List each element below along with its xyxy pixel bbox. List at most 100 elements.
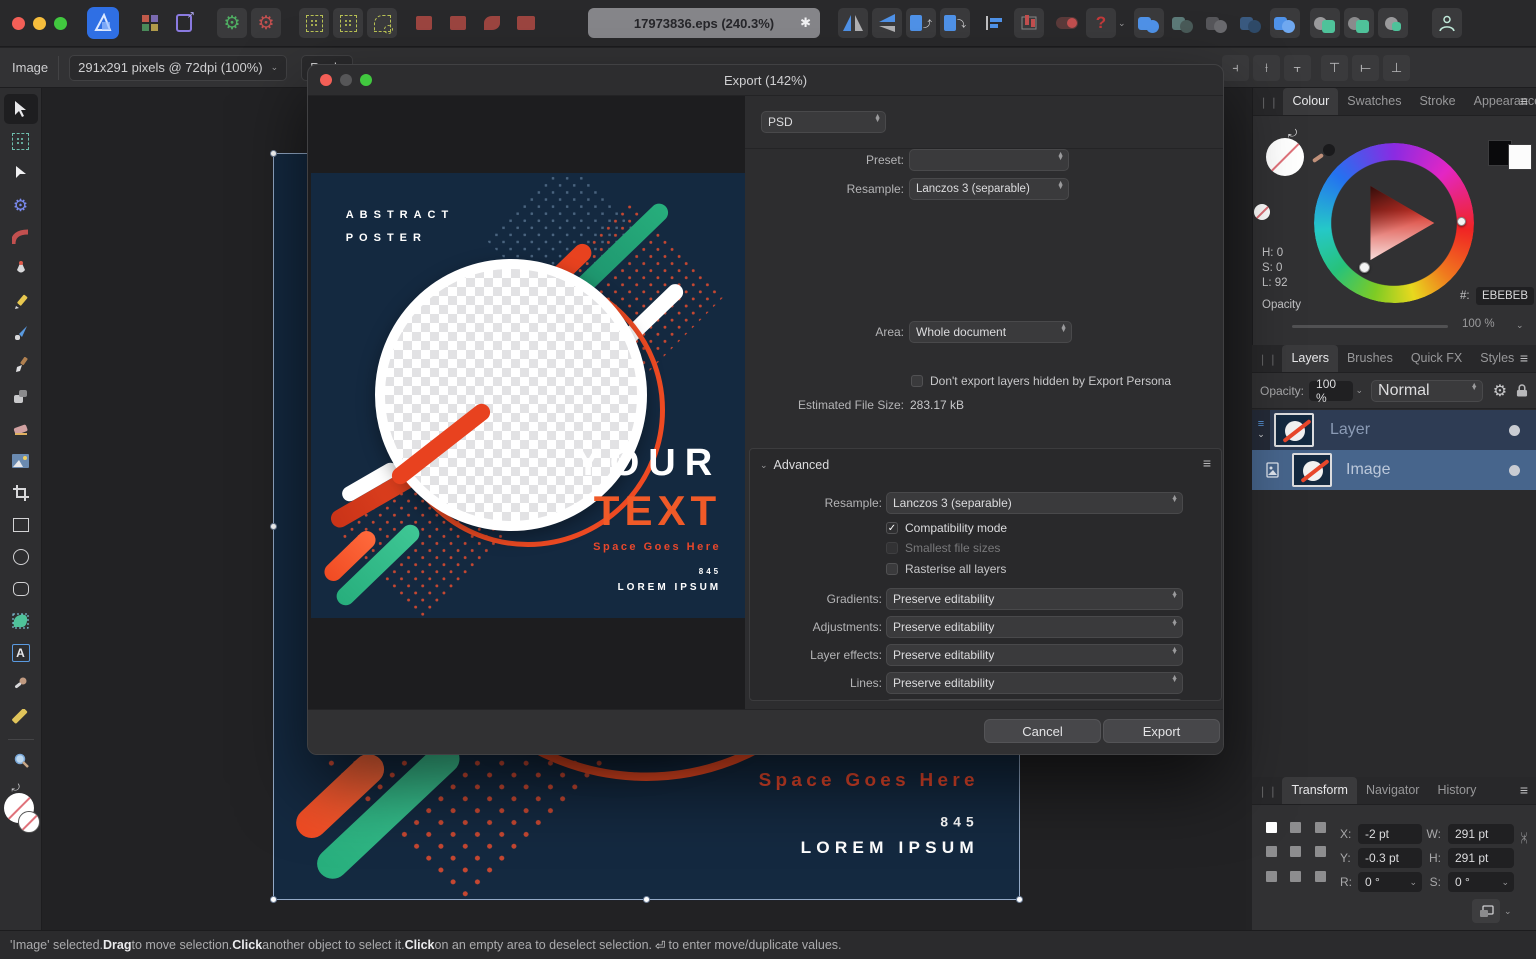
colour-marker[interactable] — [1359, 262, 1370, 273]
layer-effects-dropdown[interactable]: Preserve editability ▲▼ — [886, 644, 1183, 666]
anchor-point-selector[interactable] — [1266, 822, 1330, 886]
rectangle-tool[interactable] — [4, 510, 38, 540]
ellipse-tool[interactable] — [4, 542, 38, 572]
h-input[interactable]: 291 pt — [1448, 848, 1514, 868]
tab-history[interactable]: History — [1428, 777, 1485, 804]
pencil-tool[interactable] — [4, 286, 38, 316]
lines-dropdown[interactable]: Preserve editability ▲▼ — [886, 672, 1183, 694]
minimize-button[interactable] — [33, 17, 46, 30]
assistant-chevron-icon[interactable]: ⌄ — [1118, 18, 1126, 29]
tab-colour[interactable]: Colour — [1283, 88, 1338, 115]
layer-expand-chevron-icon[interactable]: ⌄ — [1257, 429, 1265, 440]
ruler-tool[interactable] — [4, 702, 38, 732]
w-input[interactable]: 291 pt — [1448, 824, 1514, 844]
develop-persona-icon[interactable]: ⚙ — [217, 8, 247, 38]
rasterise-all-layers-checkbox[interactable] — [886, 563, 898, 575]
context-menu-label[interactable]: Image — [12, 60, 48, 75]
align-left-icon[interactable] — [980, 8, 1010, 38]
boolean-add-icon[interactable] — [1134, 8, 1164, 38]
zoom-button[interactable] — [54, 17, 67, 30]
move-tool[interactable] — [4, 94, 38, 124]
persona-move-icon[interactable]: ↗ — [169, 8, 199, 38]
image-size-dropdown[interactable]: 291x291 pixels @ 72dpi (100%) ⌄ — [69, 55, 287, 81]
preset-dropdown[interactable]: ▲▼ — [909, 149, 1069, 171]
close-button[interactable] — [12, 17, 25, 30]
panel-grip-icon[interactable]: ❘❘ — [1252, 785, 1282, 804]
hue-marker[interactable] — [1457, 217, 1466, 226]
node-tool[interactable] — [4, 158, 38, 188]
layer-thumbnail[interactable] — [1274, 413, 1314, 447]
area-dropdown[interactable]: Whole document ▲▼ — [909, 321, 1072, 343]
paint-brush-tool[interactable] — [4, 350, 38, 380]
boolean-xor-icon[interactable] — [1236, 8, 1266, 38]
stroke-colour-swatch[interactable] — [18, 811, 40, 833]
tab-brushes[interactable]: Brushes — [1338, 345, 1402, 372]
boolean-subtract-icon[interactable] — [1168, 8, 1198, 38]
layers-panel-menu-icon[interactable]: ≡ — [1520, 350, 1528, 366]
colour-picker-tool[interactable] — [4, 670, 38, 700]
tab-styles[interactable]: Styles — [1471, 345, 1523, 372]
rounded-rectangle-tool[interactable] — [4, 574, 38, 604]
layer-settings-gear-icon[interactable]: ⚙ — [1493, 381, 1507, 401]
compatibility-mode-checkbox[interactable]: ✓ — [886, 522, 898, 534]
clone-tool[interactable] — [4, 382, 38, 412]
selection-handle[interactable] — [643, 896, 650, 903]
geometry-mid-icon[interactable] — [1344, 8, 1374, 38]
selection-add-icon[interactable] — [333, 8, 363, 38]
rotate-ccw-icon[interactable]: ⤴ — [906, 8, 936, 38]
selection-new-icon[interactable] — [299, 8, 329, 38]
mesh-warp-tool[interactable]: ⚙ — [4, 190, 38, 220]
tab-stroke[interactable]: Stroke — [1410, 88, 1464, 115]
image-layer-visibility-toggle[interactable] — [1509, 465, 1520, 476]
layer-name[interactable]: Layer — [1330, 421, 1370, 439]
selection-brush-tool[interactable] — [4, 126, 38, 156]
boolean-intersect-icon[interactable] — [1202, 8, 1232, 38]
cancel-button[interactable]: Cancel — [984, 719, 1101, 743]
image-layer-thumbnail[interactable] — [1292, 453, 1332, 487]
s-input[interactable]: 0 °⌄ — [1448, 872, 1514, 892]
opacity-chevron-icon[interactable]: ⌄ — [1356, 385, 1364, 396]
tab-swatches[interactable]: Swatches — [1338, 88, 1410, 115]
document-title[interactable]: 17973836.eps (240.3%) ✱ — [588, 8, 820, 38]
tab-layers[interactable]: Layers — [1282, 345, 1338, 372]
align-middle-v-icon[interactable]: ⟝ — [1352, 55, 1379, 81]
resample-dropdown[interactable]: Lanczos 3 (separable) ▲▼ — [909, 178, 1069, 200]
erase-tool[interactable] — [4, 414, 38, 444]
chevron-down-icon[interactable]: ⌄ — [1501, 877, 1509, 888]
boolean-divide-icon[interactable] — [1270, 8, 1300, 38]
tab-navigator[interactable]: Navigator — [1357, 777, 1429, 804]
assistant-icon[interactable]: ? — [1086, 8, 1116, 38]
geometry-front-icon[interactable] — [1310, 8, 1340, 38]
advanced-resample-dropdown[interactable]: Lanczos 3 (separable) ▲▼ — [886, 492, 1183, 514]
layers-opacity-input[interactable]: 100 % — [1309, 381, 1352, 401]
r-input[interactable]: 0 °⌄ — [1358, 872, 1422, 892]
place-image-tool[interactable] — [4, 446, 38, 476]
layer-menu-icon[interactable]: ≡ — [1258, 420, 1264, 430]
tab-quickfx[interactable]: Quick FX — [1402, 345, 1471, 372]
selection-handle[interactable] — [270, 896, 277, 903]
image-layer-name[interactable]: Image — [1346, 461, 1390, 479]
opacity-chevron-icon[interactable]: ⌄ — [1516, 320, 1524, 331]
lock-icon[interactable] — [1516, 383, 1528, 398]
panel-grip-icon[interactable]: ❘❘ — [1253, 96, 1283, 115]
transform-panel-menu-icon[interactable]: ≡ — [1520, 782, 1528, 798]
fill-colour-well[interactable] — [1266, 138, 1304, 176]
shape-tool[interactable] — [4, 606, 38, 636]
blend-mode-dropdown[interactable]: Normal ▲▼ — [1371, 380, 1483, 402]
transform-mode-chevron-icon[interactable]: ⌄ — [1504, 906, 1512, 917]
vector-brush-tool[interactable] — [4, 318, 38, 348]
link-dimensions-icon[interactable]: ⫘ — [1518, 832, 1533, 844]
geometry-back-icon[interactable] — [1378, 8, 1408, 38]
fill-stroke-swatches[interactable]: ⤾ — [4, 791, 38, 835]
colour-wheel[interactable] — [1314, 143, 1474, 303]
adjustments-dropdown[interactable]: Preserve editability ▲▼ — [886, 616, 1183, 638]
selection-handle[interactable] — [270, 150, 277, 157]
dialog-zoom-button[interactable] — [360, 74, 372, 86]
dialog-close-button[interactable] — [320, 74, 332, 86]
gradients-dropdown[interactable]: Preserve editability ▲▼ — [886, 588, 1183, 610]
account-icon[interactable] — [1432, 8, 1462, 38]
align-center-h-icon[interactable]: ⟊ — [1253, 55, 1280, 81]
y-input[interactable]: -0.3 pt — [1358, 848, 1422, 868]
corner-tool[interactable] — [4, 222, 38, 252]
selection-handle[interactable] — [270, 523, 277, 530]
